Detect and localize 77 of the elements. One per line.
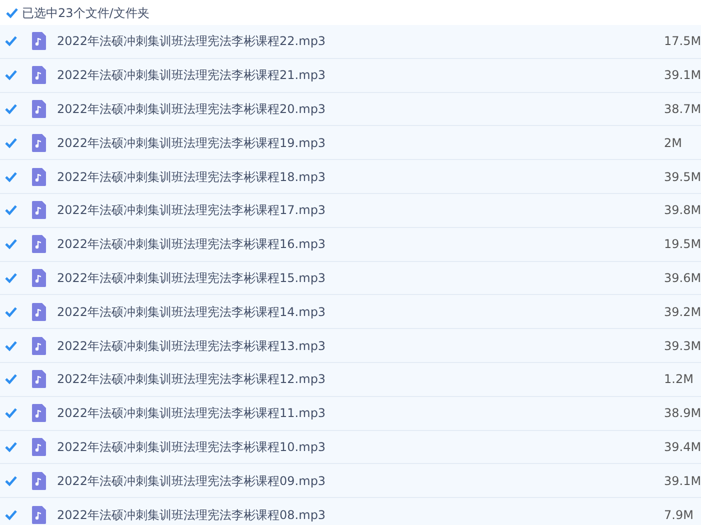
file-row[interactable]: 2022年法硕冲刺集训班法理宪法李彬课程16.mp3 19.5M — [0, 228, 701, 262]
checked-checkbox[interactable] — [4, 170, 18, 184]
selection-count: 已选中23个文件/文件夹 — [22, 4, 150, 22]
file-name: 2022年法硕冲刺集训班法理宪法李彬课程18.mp3 — [57, 168, 326, 186]
file-size: 19.5M — [664, 236, 701, 254]
file-row[interactable]: 2022年法硕冲刺集训班法理宪法李彬课程22.mp3 17.5M — [0, 25, 701, 59]
checked-checkbox[interactable] — [4, 372, 18, 386]
music-file-icon — [32, 168, 46, 186]
checked-checkbox[interactable] — [4, 338, 18, 353]
checked-checkbox[interactable] — [4, 68, 18, 82]
music-file-icon — [32, 235, 46, 254]
file-row[interactable]: 2022年法硕冲刺集训班法理宪法李彬课程18.mp3 39.5M — [0, 160, 701, 194]
file-name: 2022年法硕冲刺集训班法理宪法李彬课程15.mp3 — [57, 270, 326, 287]
file-size: 39.1M — [664, 67, 701, 84]
checked-checkbox[interactable] — [4, 406, 18, 420]
file-row[interactable]: 2022年法硕冲刺集训班法理宪法李彬课程15.mp3 39.6M — [0, 262, 701, 296]
file-row[interactable]: 2022年法硕冲刺集训班法理宪法李彬课程19.mp3 2M — [0, 126, 701, 160]
file-size: 39.6M — [664, 270, 701, 287]
file-row[interactable]: 2022年法硕冲刺集训班法理宪法李彬课程13.mp3 39.3M — [0, 329, 701, 363]
checked-checkbox[interactable] — [5, 6, 19, 20]
file-name: 2022年法硕冲刺集训班法理宪法李彬课程12.mp3 — [57, 371, 326, 388]
file-row[interactable]: 2022年法硕冲刺集训班法理宪法李彬课程20.mp3 38.7M — [0, 92, 701, 126]
music-file-icon — [32, 370, 46, 388]
checked-checkbox[interactable] — [4, 237, 18, 252]
file-name: 2022年法硕冲刺集训班法理宪法李彬课程11.mp3 — [57, 405, 326, 422]
file-size: 38.9M — [664, 405, 701, 422]
file-name: 2022年法硕冲刺集训班法理宪法李彬课程14.mp3 — [57, 304, 326, 321]
file-name: 2022年法硕冲刺集训班法理宪法李彬课程08.mp3 — [57, 506, 326, 524]
checked-checkbox[interactable] — [4, 508, 18, 522]
file-row[interactable]: 2022年法硕冲刺集训班法理宪法李彬课程10.mp3 39.4M — [0, 430, 701, 464]
checked-checkbox[interactable] — [4, 440, 18, 454]
music-file-icon — [32, 336, 46, 355]
music-file-icon — [32, 32, 46, 50]
file-row[interactable]: 2022年法硕冲刺集训班法理宪法李彬课程14.mp3 39.2M — [0, 295, 701, 330]
music-file-icon — [32, 302, 46, 321]
file-name: 2022年法硕冲刺集训班法理宪法李彬课程19.mp3 — [57, 134, 326, 152]
file-row[interactable]: 2022年法硕冲刺集训班法理宪法李彬课程17.mp3 39.8M — [0, 194, 701, 228]
file-size: 38.7M — [664, 100, 701, 118]
file-size: 39.4M — [664, 438, 701, 456]
file-size: 39.5M — [664, 168, 701, 186]
file-name: 2022年法硕冲刺集训班法理宪法李彬课程20.mp3 — [57, 100, 326, 118]
music-file-icon — [32, 438, 46, 456]
music-file-icon — [32, 201, 46, 220]
file-row[interactable]: 2022年法硕冲刺集训班法理宪法李彬课程08.mp3 7.9M — [0, 498, 701, 525]
file-size: 39.8M — [664, 202, 701, 220]
checked-checkbox[interactable] — [4, 304, 18, 319]
file-row[interactable]: 2022年法硕冲刺集训班法理宪法李彬课程11.mp3 38.9M — [0, 396, 701, 431]
checked-checkbox[interactable] — [4, 102, 18, 116]
music-file-icon — [32, 472, 46, 490]
file-row[interactable]: 2022年法硕冲刺集训班法理宪法李彬课程21.mp3 39.1M — [0, 58, 701, 93]
music-file-icon — [32, 404, 46, 422]
file-size: 1.2M — [664, 371, 694, 388]
music-file-icon — [32, 506, 46, 524]
file-size: 7.9M — [664, 506, 694, 524]
file-name: 2022年法硕冲刺集训班法理宪法李彬课程17.mp3 — [57, 202, 326, 220]
file-size: 39.1M — [664, 472, 701, 490]
checked-checkbox[interactable] — [4, 136, 18, 150]
music-file-icon — [32, 268, 46, 287]
file-size: 39.3M — [664, 338, 701, 355]
file-name: 2022年法硕冲刺集训班法理宪法李彬课程16.mp3 — [57, 236, 326, 254]
file-row[interactable]: 2022年法硕冲刺集训班法理宪法李彬课程12.mp3 1.2M — [0, 362, 701, 397]
file-name: 2022年法硕冲刺集训班法理宪法李彬课程09.mp3 — [57, 472, 326, 490]
file-row[interactable]: 2022年法硕冲刺集训班法理宪法李彬课程09.mp3 39.1M — [0, 464, 701, 498]
checked-checkbox[interactable] — [4, 34, 18, 48]
music-file-icon — [32, 134, 46, 152]
file-name: 2022年法硕冲刺集训班法理宪法李彬课程13.mp3 — [57, 338, 326, 355]
checked-checkbox[interactable] — [4, 474, 18, 488]
music-file-icon — [32, 100, 46, 118]
file-size: 17.5M — [664, 33, 701, 50]
music-file-icon — [32, 66, 46, 84]
checked-checkbox[interactable] — [4, 203, 18, 218]
file-name: 2022年法硕冲刺集训班法理宪法李彬课程10.mp3 — [57, 438, 326, 456]
checked-checkbox[interactable] — [4, 270, 18, 285]
file-size: 39.2M — [664, 304, 701, 321]
file-name: 2022年法硕冲刺集训班法理宪法李彬课程21.mp3 — [57, 67, 326, 84]
file-name: 2022年法硕冲刺集训班法理宪法李彬课程22.mp3 — [57, 33, 326, 50]
file-size: 2M — [664, 134, 683, 152]
